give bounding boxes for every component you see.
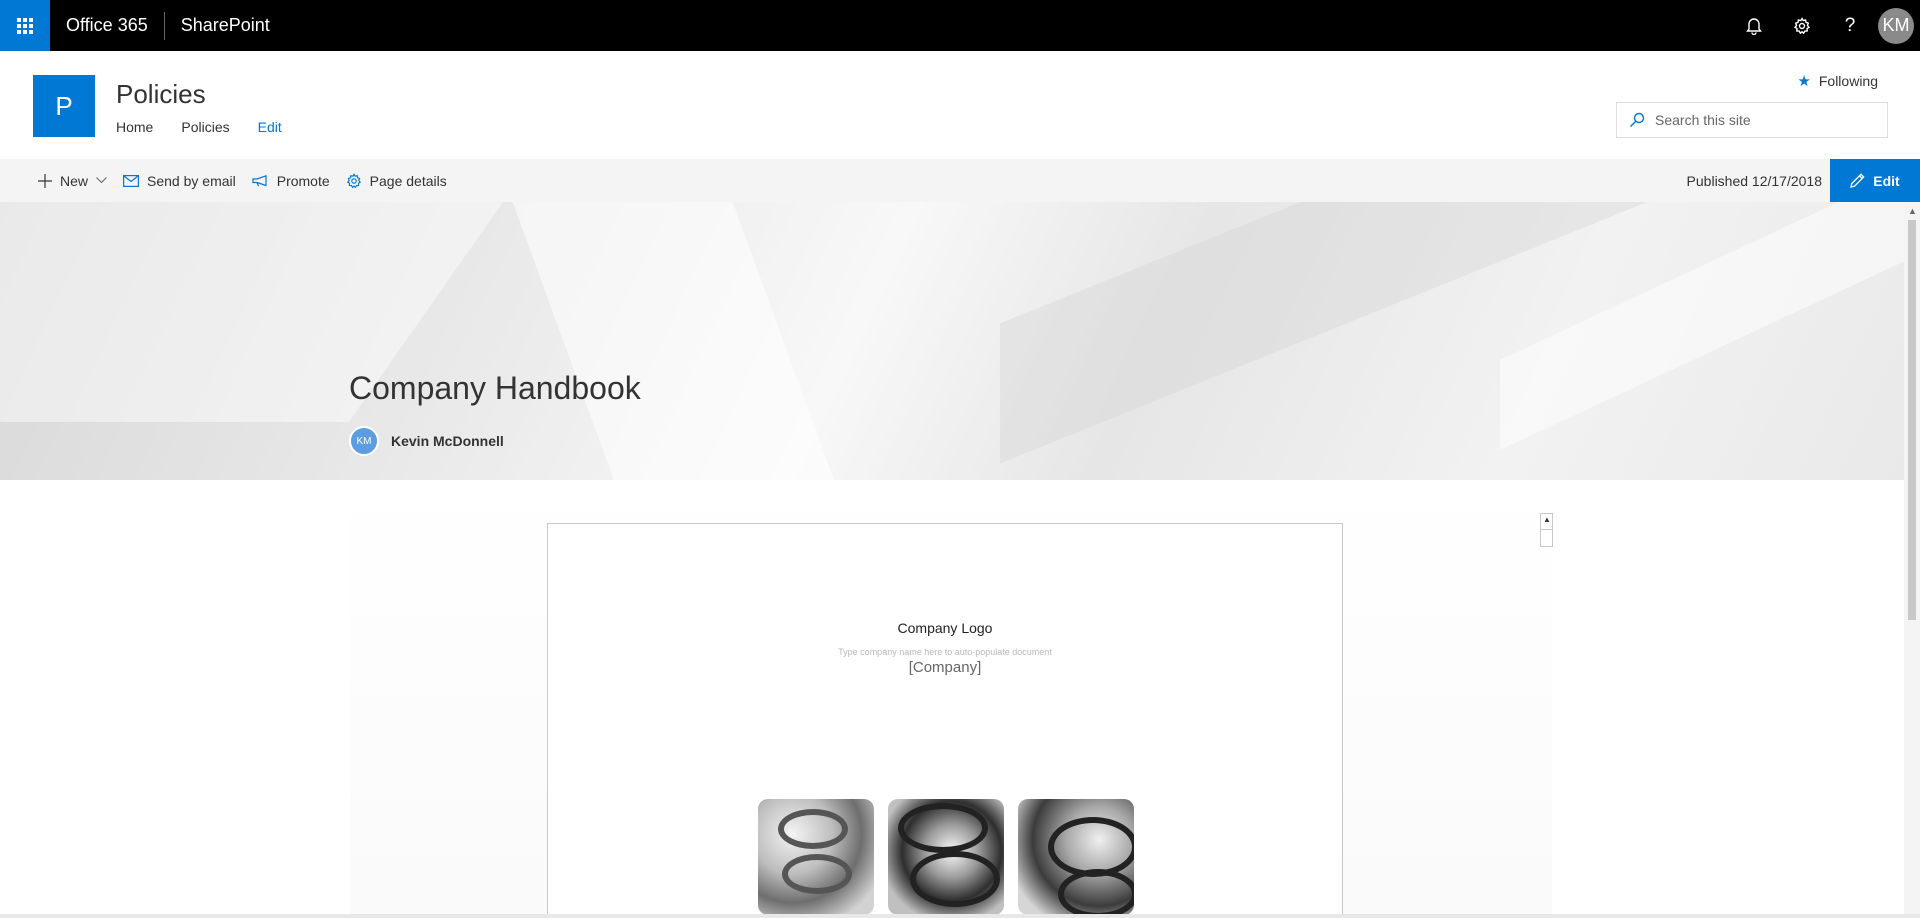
search-input[interactable]: [1655, 112, 1875, 128]
edit-page-button[interactable]: Edit: [1830, 159, 1920, 202]
search-icon: [1630, 112, 1645, 127]
scroll-up-icon[interactable]: ▲: [1908, 206, 1917, 216]
document-company-logo-text: Company Logo: [897, 620, 993, 636]
document-scrollbar-divider: [1541, 529, 1552, 530]
site-logo[interactable]: P: [33, 75, 95, 137]
document-hint-text: Type company name here to auto-populate …: [838, 647, 1052, 657]
gear-icon: [346, 172, 361, 188]
nav-edit[interactable]: Edit: [258, 119, 282, 135]
new-button[interactable]: New: [0, 159, 115, 202]
megaphone-icon: [252, 174, 267, 186]
document-scrollbar[interactable]: ▲: [1540, 513, 1553, 547]
nav-policies[interactable]: Policies: [181, 119, 229, 135]
binder-ring-image: [888, 799, 1004, 915]
mail-icon: [123, 174, 140, 187]
suite-bar: Office 365 SharePoint ? KM: [0, 0, 1920, 51]
send-by-email-button[interactable]: Send by email: [115, 159, 244, 202]
document-image-strip: [758, 799, 1134, 915]
following-button[interactable]: ★ Following: [1797, 72, 1878, 90]
hero-background-shape: [490, 202, 850, 480]
page-title: Company Handbook: [349, 370, 641, 406]
site-search-box[interactable]: [1616, 102, 1888, 138]
user-avatar[interactable]: KM: [1878, 7, 1914, 44]
hero-background-shape: [1500, 202, 1904, 450]
following-label: Following: [1818, 73, 1878, 89]
page-scrollbar[interactable]: ▲: [1904, 202, 1920, 914]
command-bar: New Send by email Promote Page details P…: [0, 159, 1920, 202]
promote-button[interactable]: Promote: [244, 159, 338, 202]
app-launcher-button[interactable]: [0, 0, 50, 51]
site-navigation: Home Policies Edit: [116, 119, 282, 135]
binder-ring: [910, 851, 1000, 907]
chevron-down-icon: [96, 177, 107, 184]
binder-ring: [782, 854, 852, 894]
office-365-link[interactable]: Office 365: [50, 0, 164, 51]
binder-ring: [1048, 817, 1134, 877]
document-page[interactable]: Company Logo Type company name here to a…: [547, 523, 1343, 918]
edit-page-label: Edit: [1873, 172, 1900, 189]
nav-home[interactable]: Home: [116, 119, 153, 135]
bottom-edge: [0, 914, 1920, 918]
page-details-button[interactable]: Page details: [338, 159, 455, 202]
bell-icon: [1746, 17, 1762, 35]
new-label: New: [60, 172, 89, 189]
author-byline[interactable]: KM Kevin McDonnell: [349, 426, 504, 456]
hero-banner: Company Handbook KM Kevin McDonnell: [0, 202, 1904, 480]
app-launcher-icon: [17, 17, 33, 34]
site-title[interactable]: Policies: [116, 79, 206, 110]
page-details-label: Page details: [369, 172, 447, 189]
site-header: P Policies Home Policies Edit ★ Followin…: [0, 51, 1920, 159]
suite-actions: ? KM: [1730, 0, 1920, 51]
notifications-button[interactable]: [1730, 0, 1778, 51]
author-avatar: KM: [349, 426, 379, 456]
promote-label: Promote: [276, 172, 330, 189]
page-scrollbar-thumb[interactable]: [1908, 220, 1916, 620]
binder-ring: [778, 809, 848, 849]
binder-ring-image: [758, 799, 874, 915]
help-icon: ?: [1844, 14, 1856, 36]
sharepoint-link[interactable]: SharePoint: [165, 0, 286, 51]
star-icon: ★: [1797, 73, 1811, 90]
plus-icon: [38, 173, 52, 188]
help-button[interactable]: ?: [1826, 0, 1874, 51]
binder-ring: [1058, 869, 1134, 915]
published-status: Published 12/17/2018: [1686, 172, 1822, 189]
binder-ring: [898, 803, 988, 853]
document-company-field: [Company]: [908, 659, 982, 676]
settings-button[interactable]: [1778, 0, 1826, 51]
author-name: Kevin McDonnell: [391, 433, 504, 449]
document-scroll-up-icon[interactable]: ▲: [1543, 515, 1551, 524]
send-by-email-label: Send by email: [147, 172, 236, 189]
gear-icon: [1793, 16, 1811, 34]
pencil-icon: [1850, 173, 1865, 188]
binder-ring-image: [1018, 799, 1134, 915]
